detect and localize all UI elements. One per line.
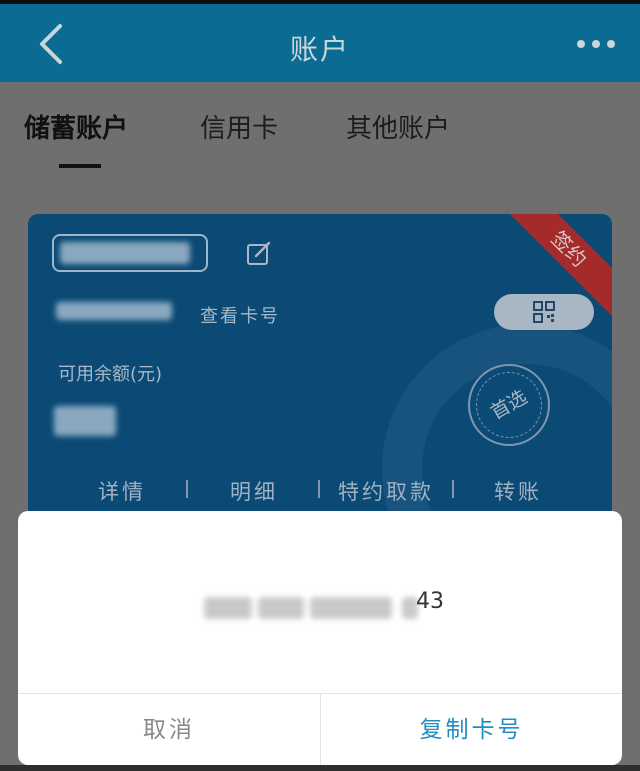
app-header: 账户 — [0, 0, 640, 82]
edit-button[interactable] — [246, 240, 272, 266]
transfer-link[interactable]: 转账 — [494, 476, 542, 506]
account-tabs: 储蓄账户 信用卡 其他账户 — [0, 82, 640, 180]
qr-code-icon — [533, 301, 555, 323]
blurred-account-name — [60, 242, 190, 264]
copy-card-number-button[interactable]: 复制卡号 — [320, 694, 622, 765]
blurred-card-number — [56, 302, 172, 320]
active-tab-indicator — [59, 164, 101, 168]
page-title: 账户 — [289, 33, 350, 66]
more-button[interactable] — [574, 30, 618, 58]
special-withdrawal-link[interactable]: 特约取款 — [338, 476, 434, 506]
more-dots-icon — [577, 40, 615, 48]
tab-credit-card[interactable]: 信用卡 — [200, 108, 278, 145]
account-card[interactable]: 签约 查看卡号 可用余额(元) 首选 详情 明细 特约取款 转账 — [28, 214, 612, 534]
details-link[interactable]: 详情 — [98, 476, 146, 506]
divider — [318, 480, 320, 498]
account-name-field — [52, 234, 208, 272]
card-number-display — [18, 591, 622, 621]
qr-code-button[interactable] — [494, 294, 594, 330]
bottom-edge — [0, 765, 640, 771]
tab-savings[interactable]: 储蓄账户 — [24, 108, 128, 145]
transactions-link[interactable]: 明细 — [230, 476, 278, 506]
preferred-badge: 首选 — [463, 359, 555, 451]
blurred-digits — [204, 597, 252, 619]
divider — [186, 480, 188, 498]
card-actions: 详情 明细 特约取款 转账 — [28, 476, 612, 504]
blurred-balance — [54, 406, 116, 436]
dialog-footer: 取消 复制卡号 — [18, 693, 622, 765]
blurred-digits — [258, 597, 304, 619]
card-number-dialog: 43 取消 复制卡号 — [18, 511, 622, 765]
view-card-number-link[interactable]: 查看卡号 — [200, 302, 280, 328]
cancel-button[interactable]: 取消 — [18, 694, 320, 765]
divider — [452, 480, 454, 498]
blurred-digits — [310, 597, 392, 619]
edit-icon — [247, 241, 271, 265]
card-number-tail: 43 — [416, 589, 444, 614]
tab-other-accounts[interactable]: 其他账户 — [346, 108, 450, 145]
available-balance-label: 可用余额(元) — [58, 364, 163, 385]
